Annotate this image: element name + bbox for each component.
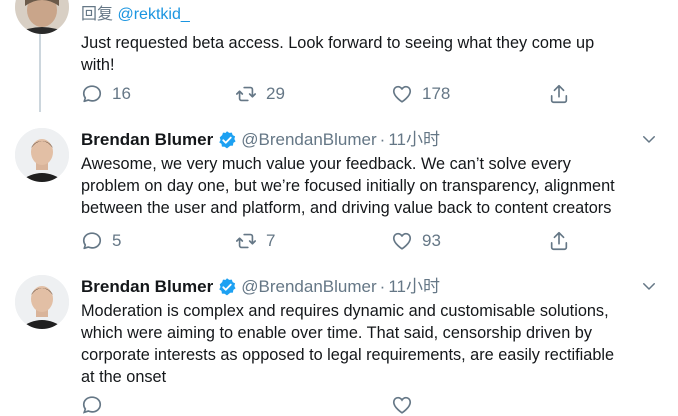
tweet-timestamp[interactable]: 11小时 — [388, 128, 440, 152]
tweet-text: Just requested beta access. Look forward… — [81, 34, 595, 74]
tweet-text: Moderation is complex and requires dynam… — [81, 302, 615, 386]
reply-button[interactable]: 5 — [81, 229, 121, 253]
chevron-down-icon[interactable] — [640, 130, 658, 148]
tweet-actions-partial — [81, 394, 581, 414]
avatar[interactable] — [15, 128, 69, 182]
author-handle[interactable]: @BrendanBlumer — [241, 275, 376, 299]
share-button[interactable] — [548, 82, 579, 106]
like-count: 93 — [422, 231, 441, 250]
reply-icon — [82, 232, 102, 250]
reply-count: 5 — [112, 231, 122, 250]
tweet-text: Awesome, we very much value your feedbac… — [81, 155, 615, 217]
tweet-actions: 5 7 93 — [81, 229, 581, 253]
share-icon — [550, 84, 568, 104]
verified-badge-icon — [217, 130, 237, 150]
tweet-timestamp[interactable]: 11小时 — [388, 275, 440, 299]
reply-prefix: 回复 — [81, 6, 114, 23]
tweet-header: Brendan Blumer @BrendanBlumer · 11小时 — [81, 275, 662, 299]
reply-context: 回复 @rektkid_ — [81, 4, 662, 26]
share-button[interactable] — [548, 229, 579, 253]
heart-icon[interactable] — [391, 394, 413, 416]
verified-badge-icon — [217, 277, 237, 297]
retweet-icon — [236, 86, 256, 102]
author-name[interactable]: Brendan Blumer — [81, 275, 213, 299]
heart-icon — [392, 232, 412, 250]
avatar[interactable] — [15, 0, 69, 34]
like-button[interactable]: 93 — [391, 229, 441, 253]
like-count: 178 — [422, 84, 451, 103]
tweet-header: Brendan Blumer @BrendanBlumer · 11小时 — [81, 128, 662, 152]
separator-dot: · — [379, 277, 386, 296]
retweet-count: 29 — [266, 84, 285, 103]
author-handle[interactable]: @BrendanBlumer — [241, 128, 376, 152]
reply-count: 16 — [112, 84, 131, 103]
retweet-button[interactable]: 7 — [235, 229, 275, 253]
avatar[interactable] — [15, 275, 69, 329]
retweet-icon — [236, 233, 256, 249]
separator-dot: · — [379, 130, 386, 149]
reply-mention-link[interactable]: @rektkid_ — [117, 6, 189, 23]
chevron-down-icon[interactable] — [640, 277, 658, 295]
share-icon — [550, 231, 568, 251]
retweet-count: 7 — [266, 231, 276, 250]
retweet-button[interactable]: 29 — [235, 82, 285, 106]
reply-icon[interactable] — [81, 394, 103, 416]
heart-icon — [392, 85, 412, 103]
reply-button[interactable]: 16 — [81, 82, 131, 106]
like-button[interactable]: 178 — [391, 82, 450, 106]
reply-icon — [82, 85, 102, 103]
tweet-actions: 16 29 178 — [81, 82, 581, 106]
author-name[interactable]: Brendan Blumer — [81, 128, 213, 152]
